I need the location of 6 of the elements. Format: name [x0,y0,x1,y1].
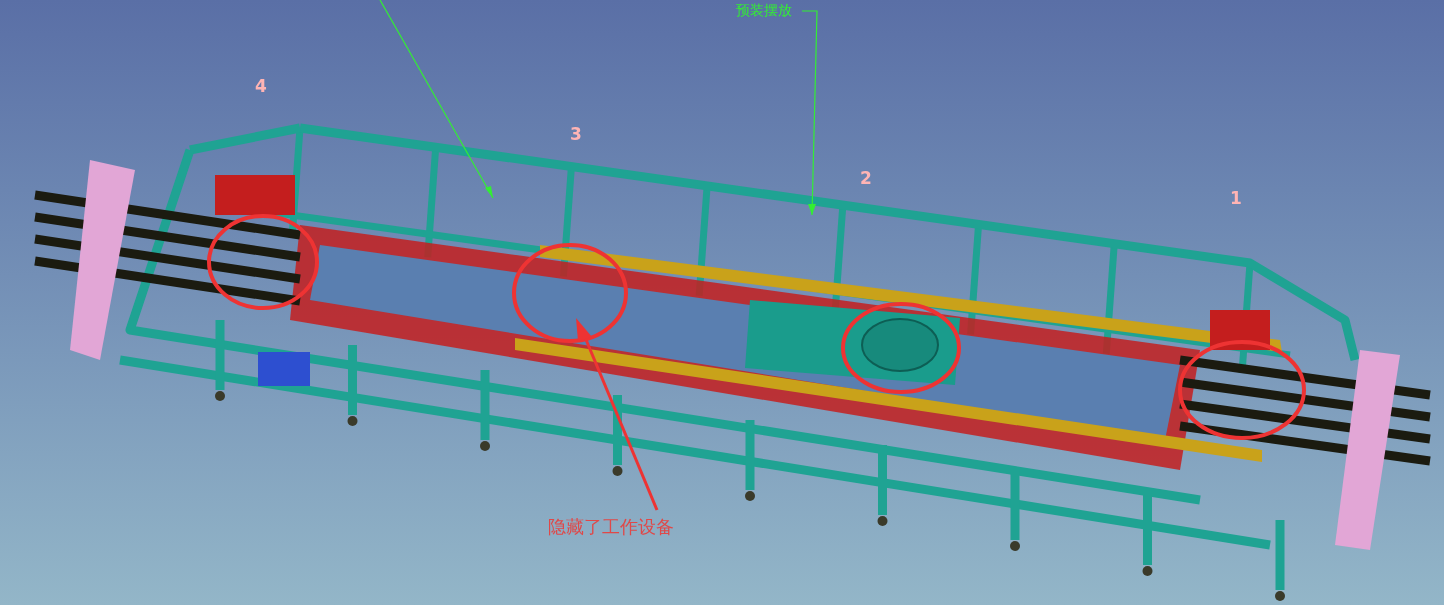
station-number: 4 [255,78,267,95]
station-number: 3 [570,126,582,143]
callout-label: 预装摆放 [736,3,792,17]
station-number: 1 [1230,190,1242,207]
station-number: 2 [860,170,872,187]
annotation-text: 隐藏了工作设备 [548,518,674,536]
